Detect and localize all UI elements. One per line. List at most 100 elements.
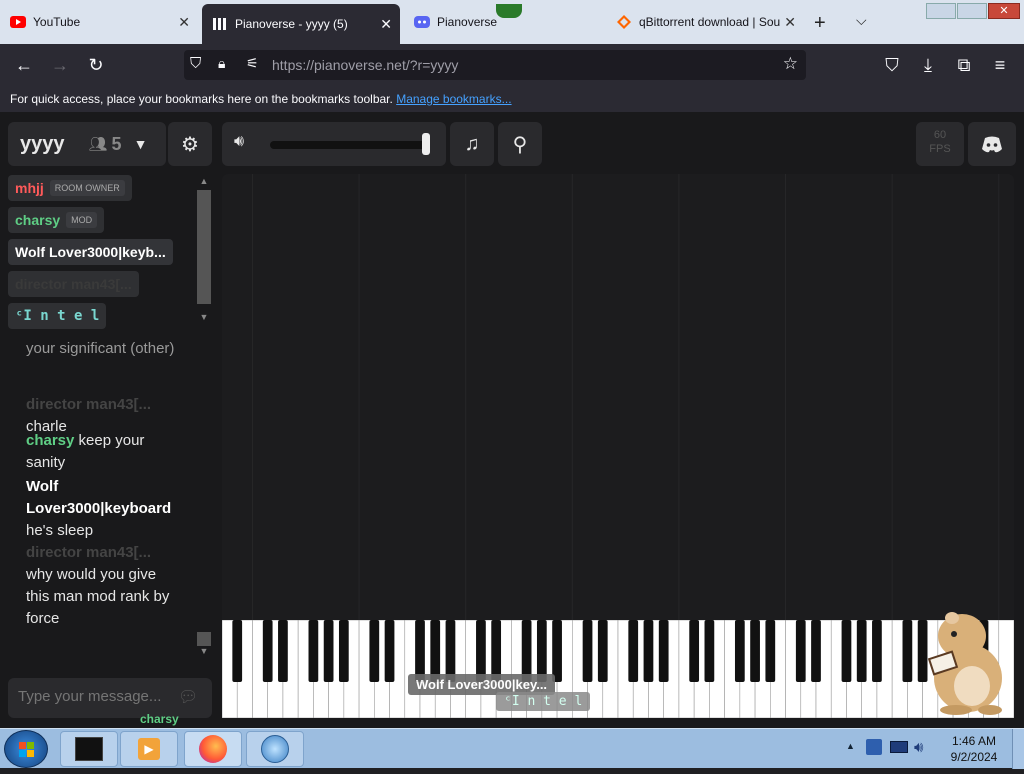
black-key[interactable] — [704, 620, 715, 682]
black-key[interactable] — [521, 620, 532, 682]
taskbar-app-window[interactable] — [60, 731, 118, 767]
black-key[interactable] — [750, 620, 760, 682]
menu-icon[interactable]: ≡ — [988, 53, 1012, 77]
room-selector[interactable]: yyyy 👥︎ 5 ▼ — [8, 122, 166, 166]
download-icon[interactable]: ⤓ — [916, 53, 940, 77]
black-key[interactable] — [278, 620, 288, 682]
gear-icon[interactable]: ⚙ — [168, 122, 212, 166]
forward-icon[interactable]: → — [48, 53, 72, 77]
scroll-up-icon[interactable]: ▲ — [197, 176, 211, 186]
taskbar-app-globe[interactable] — [246, 731, 304, 767]
piano-keyboard[interactable]: Wolf Lover3000|key... ᶜI n t e l — [221, 612, 1015, 719]
user-chip-charsy[interactable]: charsy MOD — [8, 207, 105, 233]
taskbar-firefox[interactable] — [184, 731, 242, 767]
music-note-icon[interactable]: ♫ — [450, 122, 494, 166]
user-name: ᶜI n t e l — [15, 308, 100, 324]
tab-list-button[interactable]: ⌵ — [856, 12, 867, 29]
black-key[interactable] — [597, 620, 608, 682]
speaker-icon[interactable]: 🔊︎ — [914, 739, 923, 756]
user-chip-intel[interactable]: ᶜI n t e l — [8, 303, 107, 329]
scroll-down-icon[interactable]: ▼ — [197, 312, 211, 322]
bookmark-star-icon[interactable]: ☆ — [783, 54, 798, 74]
chat-input[interactable] — [18, 688, 168, 705]
black-key[interactable] — [308, 620, 319, 682]
black-key[interactable] — [476, 620, 486, 682]
volume-slider[interactable] — [270, 141, 430, 149]
send-icon[interactable]: 💬︎ — [178, 687, 198, 707]
url-text[interactable]: https://pianoverse.net/?r=yyyy — [272, 57, 458, 73]
speaker-icon[interactable]: 🔊︎ — [234, 133, 244, 151]
windows-taskbar: ▶ ▲ 🔊︎ 1:46 AM 9/2/2024 — [0, 728, 1024, 769]
firefox-icon — [199, 735, 227, 763]
scrollbar-thumb[interactable] — [197, 632, 211, 646]
black-key[interactable] — [628, 620, 639, 682]
permissions-icon[interactable]: ⚟ — [246, 55, 259, 72]
show-desktop-button[interactable] — [1012, 729, 1024, 769]
start-button[interactable] — [4, 730, 48, 768]
black-key[interactable] — [415, 620, 425, 682]
tab-youtube[interactable]: YouTube ✕ — [0, 6, 198, 38]
minimize-button[interactable] — [926, 3, 956, 19]
restore-button[interactable] — [957, 3, 987, 19]
new-tab-button[interactable]: + — [814, 12, 826, 35]
user-chip-wolf[interactable]: Wolf Lover3000|keyb... — [8, 239, 173, 265]
close-icon[interactable]: ✕ — [178, 14, 190, 31]
userlist-scrollbar[interactable]: ▲ ▼ — [197, 176, 211, 326]
window-close-button[interactable]: ✕ — [988, 3, 1020, 19]
system-clock[interactable]: 1:46 AM 9/2/2024 — [944, 733, 1004, 765]
tray-app-icon[interactable] — [866, 739, 882, 755]
black-key[interactable] — [369, 620, 380, 682]
tab-qbittorrent[interactable]: qBittorrent download | Sou ✕ — [606, 6, 804, 38]
users-icon: 👥︎ — [88, 136, 108, 153]
chat-message: your significant (other) — [26, 340, 175, 357]
extensions-icon[interactable]: ⧉ — [952, 53, 976, 77]
scrollbar-thumb[interactable] — [197, 190, 211, 304]
chat-scrollbar[interactable]: ▼ — [197, 632, 211, 664]
black-key[interactable] — [856, 620, 867, 682]
shield-icon[interactable]: ⛉ — [190, 55, 201, 72]
close-icon[interactable]: ✕ — [784, 14, 796, 31]
black-key[interactable] — [552, 620, 562, 682]
back-icon[interactable]: ← — [12, 53, 36, 77]
room-owner-badge: ROOM OWNER — [49, 180, 125, 196]
monitor-icon[interactable] — [890, 741, 908, 753]
black-key[interactable] — [734, 620, 745, 682]
tab-pianoverse-active[interactable]: Pianoverse - yyyy (5) ✕ — [202, 4, 400, 44]
black-key[interactable] — [384, 620, 395, 682]
close-icon[interactable]: ✕ — [380, 16, 392, 33]
black-key[interactable] — [262, 620, 273, 682]
pocket-icon[interactable]: ⛉ — [880, 53, 904, 77]
black-key[interactable] — [430, 620, 441, 682]
user-chip-mhjj[interactable]: mhjj ROOM OWNER — [8, 175, 132, 201]
black-key[interactable] — [643, 620, 654, 682]
black-key[interactable] — [338, 620, 349, 682]
chat-input-box[interactable]: 💬︎ — [8, 678, 212, 718]
black-key[interactable] — [323, 620, 334, 682]
url-bar[interactable]: ⛉ 🔒︎ ⚟ https://pianoverse.net/?r=yyyy ☆ — [184, 50, 806, 80]
black-key[interactable] — [902, 620, 913, 682]
black-key[interactable] — [232, 620, 243, 682]
black-key[interactable] — [795, 620, 806, 682]
taskbar-media-player[interactable]: ▶ — [120, 731, 178, 767]
black-key[interactable] — [536, 620, 547, 682]
tab-pianoverse-2[interactable]: Pianoverse — [404, 4, 602, 38]
lock-icon[interactable]: 🔒︎ — [218, 55, 225, 72]
black-key[interactable] — [841, 620, 852, 682]
user-chip-director[interactable]: director man43[... — [8, 271, 139, 297]
black-key[interactable] — [811, 620, 821, 682]
black-key[interactable] — [445, 620, 456, 682]
black-key[interactable] — [765, 620, 776, 682]
piano-keys[interactable] — [221, 619, 1015, 719]
usb-icon[interactable]: ⚲ — [498, 122, 542, 166]
show-hidden-icons[interactable]: ▲ — [846, 741, 855, 751]
discord-icon[interactable] — [968, 122, 1016, 166]
scroll-down-icon[interactable]: ▼ — [197, 646, 211, 656]
manage-bookmarks-link[interactable]: Manage bookmarks... — [396, 92, 511, 106]
volume-slider-handle[interactable] — [422, 133, 430, 155]
black-key[interactable] — [582, 620, 593, 682]
black-key[interactable] — [658, 620, 669, 682]
black-key[interactable] — [872, 620, 882, 682]
black-key[interactable] — [689, 620, 700, 682]
reload-icon[interactable]: ↻ — [84, 53, 108, 77]
black-key[interactable] — [491, 620, 502, 682]
